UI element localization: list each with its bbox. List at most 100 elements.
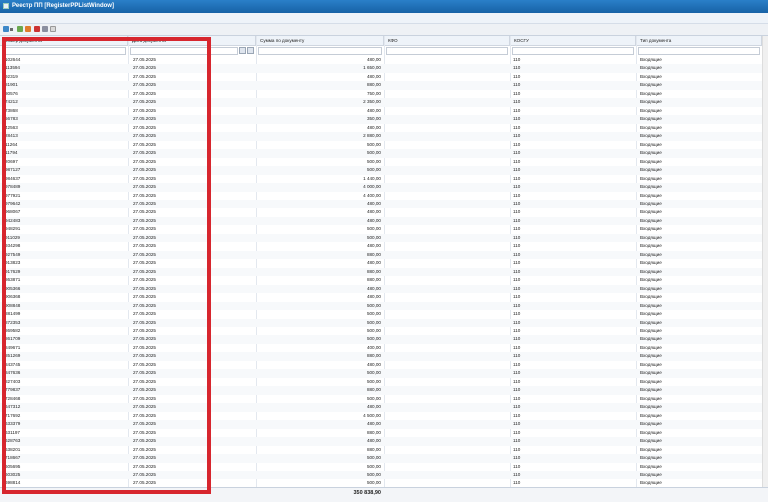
filter-kfo-input[interactable] <box>386 47 508 55</box>
doc-type-cell: Входящие <box>640 336 662 342</box>
doc-sum-cell: 880,00 <box>366 387 381 393</box>
filter-doc-sum-input[interactable] <box>258 47 382 55</box>
kosgu-cell: 110 <box>513 463 521 469</box>
header-doc-type[interactable]: Тип документа <box>636 36 762 46</box>
refresh-icon[interactable] <box>42 26 48 32</box>
header-doc-sum[interactable]: Сумма по документу <box>256 36 384 46</box>
vertical-scrollbar[interactable] <box>762 36 768 487</box>
doc-type-cell: Входящие <box>640 395 662 401</box>
doc-sum-cell: 500,00 <box>366 455 381 461</box>
doc-type-cell: Входящие <box>640 328 662 333</box>
doc-type-cell: Входящие <box>640 404 662 410</box>
edit-icon[interactable] <box>25 26 31 32</box>
highlight-box <box>2 37 211 494</box>
header-kfo[interactable]: КФО <box>384 36 510 46</box>
doc-sum-cell: 1 650,00 <box>363 65 381 71</box>
doc-type-cell: Входящие <box>640 90 662 96</box>
add-icon[interactable] <box>17 26 23 32</box>
doc-type-cell: Входящие <box>640 277 662 283</box>
doc-type-cell: Входящие <box>640 471 662 477</box>
kosgu-cell: 110 <box>513 404 521 410</box>
kosgu-cell: 110 <box>513 429 521 435</box>
doc-sum-cell: 500,00 <box>366 234 381 240</box>
doc-type-cell: Входящие <box>640 353 662 359</box>
doc-sum-cell: 500,00 <box>366 158 381 164</box>
kosgu-cell: 110 <box>513 268 521 274</box>
filter-kosgu-input[interactable] <box>512 47 634 55</box>
doc-sum-cell: 480,00 <box>366 285 381 291</box>
doc-sum-cell: 750,00 <box>366 90 381 96</box>
kosgu-cell: 110 <box>513 311 521 317</box>
doc-sum-cell: 880,00 <box>366 429 381 435</box>
doc-sum-cell: 480,00 <box>366 217 381 223</box>
doc-sum-cell: 480,00 <box>366 107 381 113</box>
kosgu-cell: 110 <box>513 285 521 291</box>
kosgu-cell: 110 <box>513 209 521 215</box>
doc-sum-cell: 500,00 <box>366 311 381 317</box>
clear-filter-icon[interactable] <box>247 47 254 54</box>
calendar-icon[interactable] <box>239 47 246 54</box>
doc-type-cell: Входящие <box>640 107 662 113</box>
doc-type-cell: Входящие <box>640 251 662 257</box>
doc-type-cell: Входящие <box>640 361 662 367</box>
chevron-down-icon[interactable] <box>10 28 13 31</box>
doc-type-cell: Входящие <box>640 243 662 249</box>
doc-type-cell: Входящие <box>640 294 662 300</box>
doc-type-cell: Входящие <box>640 429 662 435</box>
kosgu-cell: 110 <box>513 387 521 393</box>
kosgu-cell: 110 <box>513 90 521 96</box>
doc-type-cell: Входящие <box>640 455 662 461</box>
kosgu-cell: 110 <box>513 116 521 122</box>
doc-type-cell: Входящие <box>640 209 662 215</box>
kosgu-cell: 110 <box>513 294 521 300</box>
doc-type-cell: Входящие <box>640 133 662 139</box>
doc-sum-cell: 4 000,00 <box>363 184 381 190</box>
kosgu-cell: 110 <box>513 158 521 164</box>
kosgu-cell: 110 <box>513 217 521 223</box>
kosgu-cell: 110 <box>513 65 521 71</box>
doc-sum-cell: 400,00 <box>366 344 381 350</box>
doc-sum-cell: 880,00 <box>366 251 381 257</box>
kosgu-cell: 110 <box>513 141 521 147</box>
kosgu-cell: 110 <box>513 82 521 88</box>
print-icon[interactable] <box>50 26 56 32</box>
toolbar <box>0 24 768 36</box>
doc-type-cell: Входящие <box>640 167 662 173</box>
doc-type-cell: Входящие <box>640 421 662 427</box>
kosgu-cell: 110 <box>513 175 521 181</box>
kosgu-cell: 110 <box>513 133 521 139</box>
doc-type-cell: Входящие <box>640 260 662 266</box>
kosgu-cell: 110 <box>513 260 521 266</box>
doc-sum-cell: 500,00 <box>366 378 381 384</box>
doc-type-cell: Входящие <box>640 446 662 452</box>
doc-sum-cell: 500,00 <box>366 141 381 147</box>
doc-type-cell: Входящие <box>640 65 662 71</box>
filter-doc-type-input[interactable] <box>638 47 760 55</box>
kosgu-cell: 110 <box>513 361 521 367</box>
doc-type-cell: Входящие <box>640 99 662 105</box>
doc-sum-cell: 4 400,00 <box>363 192 381 198</box>
doc-type-cell: Входящие <box>640 57 662 62</box>
doc-sum-cell: 500,00 <box>366 471 381 477</box>
kosgu-cell: 110 <box>513 421 521 427</box>
doc-type-cell: Входящие <box>640 124 662 130</box>
doc-type-cell: Входящие <box>640 412 662 418</box>
doc-sum-cell: 2 880,00 <box>363 133 381 139</box>
doc-sum-cell: 480,00 <box>366 260 381 266</box>
doc-type-cell: Входящие <box>640 73 662 79</box>
header-kosgu[interactable]: КОСГУ <box>510 36 636 46</box>
doc-sum-cell: 480,00 <box>366 73 381 79</box>
doc-sum-cell: 500,00 <box>366 370 381 376</box>
doc-type-cell: Входящие <box>640 158 662 164</box>
doc-type-cell: Входящие <box>640 82 662 88</box>
menu-icon[interactable] <box>3 26 9 32</box>
kosgu-cell: 110 <box>513 446 521 452</box>
doc-sum-cell: 480,00 <box>366 209 381 215</box>
kosgu-cell: 110 <box>513 107 521 113</box>
doc-type-cell: Входящие <box>640 141 662 147</box>
doc-sum-cell: 880,00 <box>366 268 381 274</box>
kosgu-cell: 110 <box>513 438 521 444</box>
kosgu-cell: 110 <box>513 471 521 477</box>
doc-sum-cell: 350,00 <box>366 116 381 122</box>
delete-icon[interactable] <box>34 26 40 32</box>
